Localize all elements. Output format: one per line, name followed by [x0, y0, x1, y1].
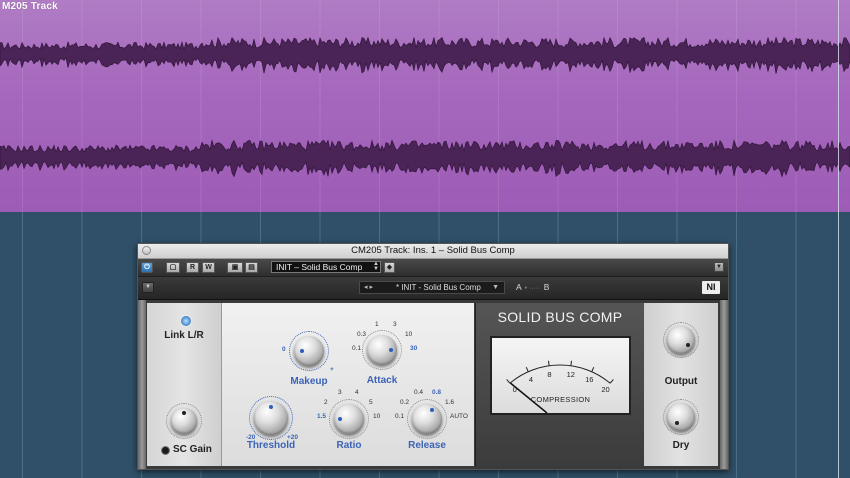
sc-gain-knob[interactable]	[171, 408, 197, 434]
attack-tick-1: 1	[375, 321, 379, 328]
plugin-titlebar[interactable]: CM205 Track: Ins. 1 – Solid Bus Comp	[138, 244, 728, 259]
link-lr-button[interactable]	[181, 316, 191, 326]
ratio-tick-4: 4	[355, 389, 359, 396]
ab-b-button[interactable]: B	[544, 282, 550, 292]
release-tick-1-6: 1.6	[445, 399, 455, 406]
settings-button[interactable]: ▤	[245, 262, 258, 273]
attack-tick-0-3: 0.3	[357, 331, 367, 338]
bypass-button[interactable]: ▢	[166, 262, 180, 273]
makeup-min-tick: 0	[282, 346, 286, 353]
bank-button[interactable]: ▣	[227, 262, 243, 273]
ratio-tick-2: 2	[324, 399, 328, 406]
release-tick-0-1: 0.1	[395, 413, 405, 420]
release-tick-0-2: 0.2	[400, 399, 410, 406]
rack-edge-right	[720, 300, 728, 469]
plugin-preset-selector[interactable]: ◂ ▸ * INIT - Solid Bus Comp ▼	[359, 281, 505, 294]
threshold-label: Threshold	[246, 440, 296, 451]
compressor-controls: 0 + Makeup 1 3 0.3 10 0.1 30 Attack -20 …	[222, 303, 474, 466]
meter-tick	[506, 379, 511, 384]
ratio-tick-10: 10	[373, 413, 381, 420]
chevron-down-icon: ▼	[492, 284, 499, 291]
makeup-label: Makeup	[290, 376, 328, 387]
meter-section: SOLID BUS COMP 0 4 8 12 16 20 COMPRESSION	[475, 303, 645, 466]
meter-tick	[547, 360, 550, 366]
link-lr-label: Link L/R	[164, 330, 204, 341]
threshold-knob[interactable]	[254, 401, 288, 435]
ratio-tick-1-5: 1.5	[317, 413, 327, 420]
output-section: Output Dry	[644, 303, 718, 466]
waveform-right	[0, 139, 850, 178]
attack-label: Attack	[366, 375, 398, 386]
ni-logo: NI	[702, 281, 720, 294]
release-tick-0-8: 0.8	[432, 389, 442, 396]
write-automation-button[interactable]: W	[202, 262, 215, 273]
attack-tick-10: 10	[405, 331, 413, 338]
ratio-tick-5: 5	[369, 399, 373, 406]
audio-track[interactable]: M205 Track	[0, 0, 850, 212]
meter-scale-number: 16	[585, 374, 594, 384]
output-knob[interactable]	[667, 326, 695, 354]
release-label: Release	[408, 440, 446, 451]
ratio-knob[interactable]	[334, 404, 364, 434]
release-tick-0-4: 0.4	[414, 389, 424, 396]
ab-a-button[interactable]: A	[516, 282, 522, 292]
release-knob[interactable]	[412, 404, 442, 434]
read-automation-button[interactable]: R	[186, 262, 199, 273]
preset-nav-arrows-icon[interactable]: ◂ ▸	[364, 282, 373, 293]
project-cursor[interactable]	[838, 0, 839, 478]
host-toolbar: ⏻ ▢ R W ▣ ▤ INIT – Solid Bus Comp ▲ ▼ ◆ ▼	[138, 259, 728, 277]
preset-menu-button[interactable]: ◆	[384, 262, 395, 273]
dry-label: Dry	[672, 440, 690, 451]
track-title: M205 Track	[2, 1, 58, 12]
plugin-body: Link L/R SC Gain 0 + Makeup 1 3 0.3 10 0…	[138, 300, 728, 469]
ab-compare[interactable]: A • ····· B	[516, 281, 549, 294]
meter-scale-number: 12	[566, 369, 575, 379]
ratio-label: Ratio	[336, 440, 362, 451]
ab-copy-arrow-icon[interactable]: • ·····	[522, 285, 544, 292]
host-preset-field[interactable]: INIT – Solid Bus Comp	[271, 261, 381, 273]
meter-label: COMPRESSION	[530, 395, 591, 404]
meter-scale-number: 20	[601, 385, 610, 395]
host-dropdown-icon[interactable]: ▼	[714, 262, 724, 272]
plugin-header: ▼ ◂ ▸ * INIT - Solid Bus Comp ▼ A • ·····…	[138, 277, 728, 300]
plugin-window-title: CM205 Track: Ins. 1 – Solid Bus Comp	[351, 245, 515, 256]
collapse-button[interactable]: ▼	[142, 282, 154, 293]
plugin-window[interactable]: CM205 Track: Ins. 1 – Solid Bus Comp ⏻ ▢…	[137, 243, 729, 470]
meter-tick	[570, 360, 573, 366]
meter-scale-number: 8	[547, 369, 552, 379]
attack-tick-30: 30	[410, 345, 418, 352]
dry-knob[interactable]	[667, 403, 695, 431]
meter-tick	[525, 366, 529, 372]
makeup-max-tick: +	[330, 366, 334, 373]
attack-knob[interactable]	[367, 335, 397, 365]
preset-stepper-icon[interactable]: ▲ ▼	[373, 261, 381, 272]
meter-scale-number: 0	[512, 385, 517, 395]
attack-tick-3: 3	[393, 321, 397, 328]
meter-tick	[609, 379, 614, 384]
plugin-title: SOLID BUS COMP	[497, 309, 623, 325]
release-tick-auto: AUTO	[450, 413, 468, 420]
rack-edge-left	[138, 300, 146, 469]
meter-tick	[591, 366, 595, 372]
sc-gain-label: SC Gain	[173, 444, 212, 455]
attack-tick-0-1: 0.1	[352, 345, 362, 352]
compression-meter: 0 4 8 12 16 20 COMPRESSION	[490, 336, 631, 415]
ratio-tick-3: 3	[338, 389, 342, 396]
meter-scale-number: 4	[528, 374, 534, 384]
plugin-preset-name: * INIT - Solid Bus Comp	[396, 283, 481, 292]
power-button[interactable]: ⏻	[141, 262, 153, 273]
meter-arc	[509, 364, 611, 384]
sc-gain-button[interactable]	[161, 446, 170, 455]
waveform-left	[0, 36, 850, 74]
makeup-knob[interactable]	[294, 336, 324, 366]
output-label: Output	[664, 376, 698, 387]
sidechain-section: Link L/R SC Gain	[147, 303, 222, 466]
